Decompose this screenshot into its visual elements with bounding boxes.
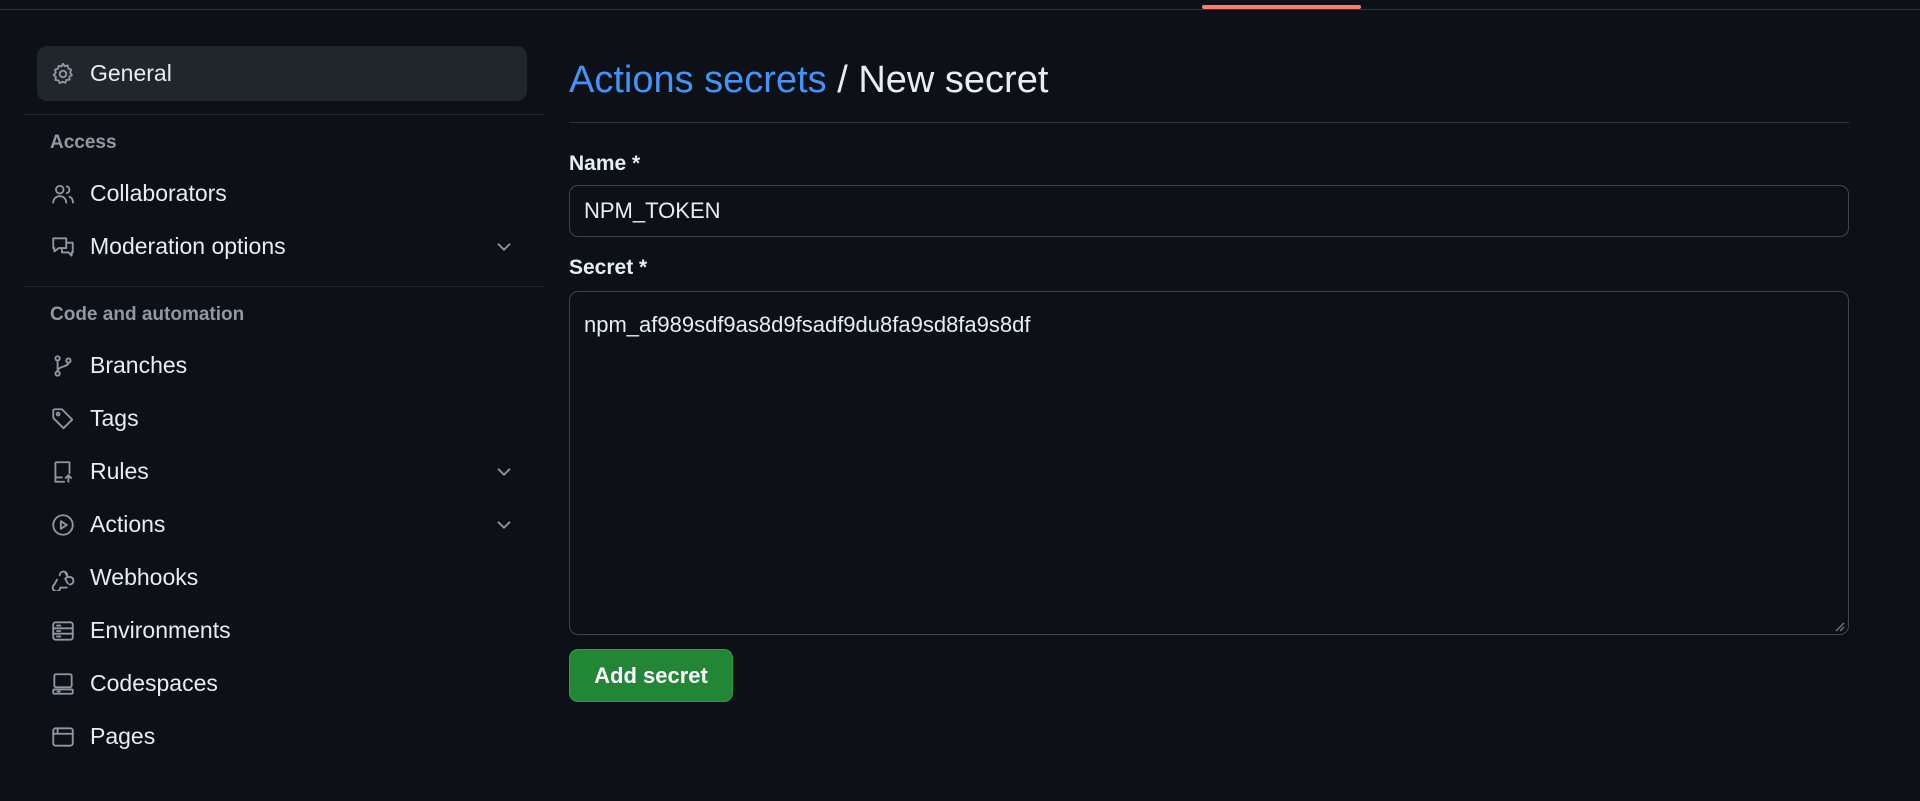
main-content: Actions secrets / New secret Name * Secr… <box>569 46 1849 702</box>
browser-icon <box>50 724 76 750</box>
sidebar-item-label: Actions <box>90 511 166 537</box>
resize-handle-icon[interactable] <box>1833 619 1845 632</box>
new-secret-form: Name * Secret * npm_af989sdf9as8d9fsadf9… <box>569 151 1849 702</box>
chevron-down-icon[interactable] <box>493 236 515 258</box>
repo-push-icon <box>50 459 76 485</box>
sidebar-item-webhooks[interactable]: Webhooks <box>37 551 527 604</box>
codespaces-icon <box>50 671 76 697</box>
breadcrumb-separator: / <box>826 59 859 101</box>
sidebar-group-title-code-automation: Code and automation <box>50 304 245 325</box>
secret-name-input[interactable] <box>569 185 1849 237</box>
secret-value-textarea[interactable]: npm_af989sdf9as8d9fsadf9du8fa9sd8fa9s8df <box>569 291 1849 635</box>
settings-sidebar: General Access Collaborators Moderation … <box>24 46 544 763</box>
sidebar-divider <box>24 286 544 287</box>
sidebar-item-label: General <box>90 60 172 86</box>
breadcrumb-actions-secrets-link[interactable]: Actions secrets <box>569 59 827 101</box>
sidebar-item-rules[interactable]: Rules <box>37 445 527 498</box>
sidebar-item-label: Tags <box>90 405 139 431</box>
sidebar-item-environments[interactable]: Environments <box>37 604 527 657</box>
breadcrumb-current: New secret <box>858 59 1049 101</box>
sidebar-item-moderation-options[interactable]: Moderation options <box>37 220 527 273</box>
comment-discussion-icon <box>50 234 76 260</box>
chevron-down-icon[interactable] <box>493 461 515 483</box>
gear-icon <box>50 61 76 87</box>
server-icon <box>50 618 76 644</box>
sidebar-divider <box>24 114 544 115</box>
sidebar-item-label: Webhooks <box>90 564 199 590</box>
sidebar-item-actions[interactable]: Actions <box>37 498 527 551</box>
sidebar-item-label: Moderation options <box>90 233 286 259</box>
play-icon <box>50 512 76 538</box>
sidebar-item-label: Collaborators <box>90 180 227 206</box>
sidebar-item-branches[interactable]: Branches <box>37 339 527 392</box>
chevron-down-icon[interactable] <box>493 514 515 536</box>
sidebar-item-label: Environments <box>90 617 231 643</box>
sidebar-item-tags[interactable]: Tags <box>37 392 527 445</box>
sidebar-item-label: Branches <box>90 352 188 378</box>
selected-tab-underline <box>1202 5 1361 9</box>
page-title: Actions secrets / New secret <box>569 46 1849 123</box>
secret-field-label: Secret * <box>569 256 648 279</box>
secret-textarea-wrapper: npm_af989sdf9as8d9fsadf9du8fa9sd8fa9s8df <box>569 291 1849 635</box>
git-branch-icon <box>50 353 76 379</box>
people-icon <box>50 181 76 207</box>
sidebar-item-codespaces[interactable]: Codespaces <box>37 657 527 710</box>
sidebar-item-collaborators[interactable]: Collaborators <box>37 167 527 220</box>
sidebar-item-pages[interactable]: Pages <box>37 710 527 763</box>
tag-icon <box>50 406 76 432</box>
webhook-icon <box>50 565 76 591</box>
sidebar-item-general[interactable]: General <box>37 46 527 101</box>
sidebar-item-label: Pages <box>90 723 156 749</box>
top-header-bar <box>0 0 1920 10</box>
sidebar-group-title-access: Access <box>50 132 117 153</box>
name-field-label: Name * <box>569 152 641 175</box>
sidebar-item-label: Codespaces <box>90 670 218 696</box>
sidebar-item-label: Rules <box>90 458 149 484</box>
add-secret-button[interactable]: Add secret <box>569 649 733 702</box>
